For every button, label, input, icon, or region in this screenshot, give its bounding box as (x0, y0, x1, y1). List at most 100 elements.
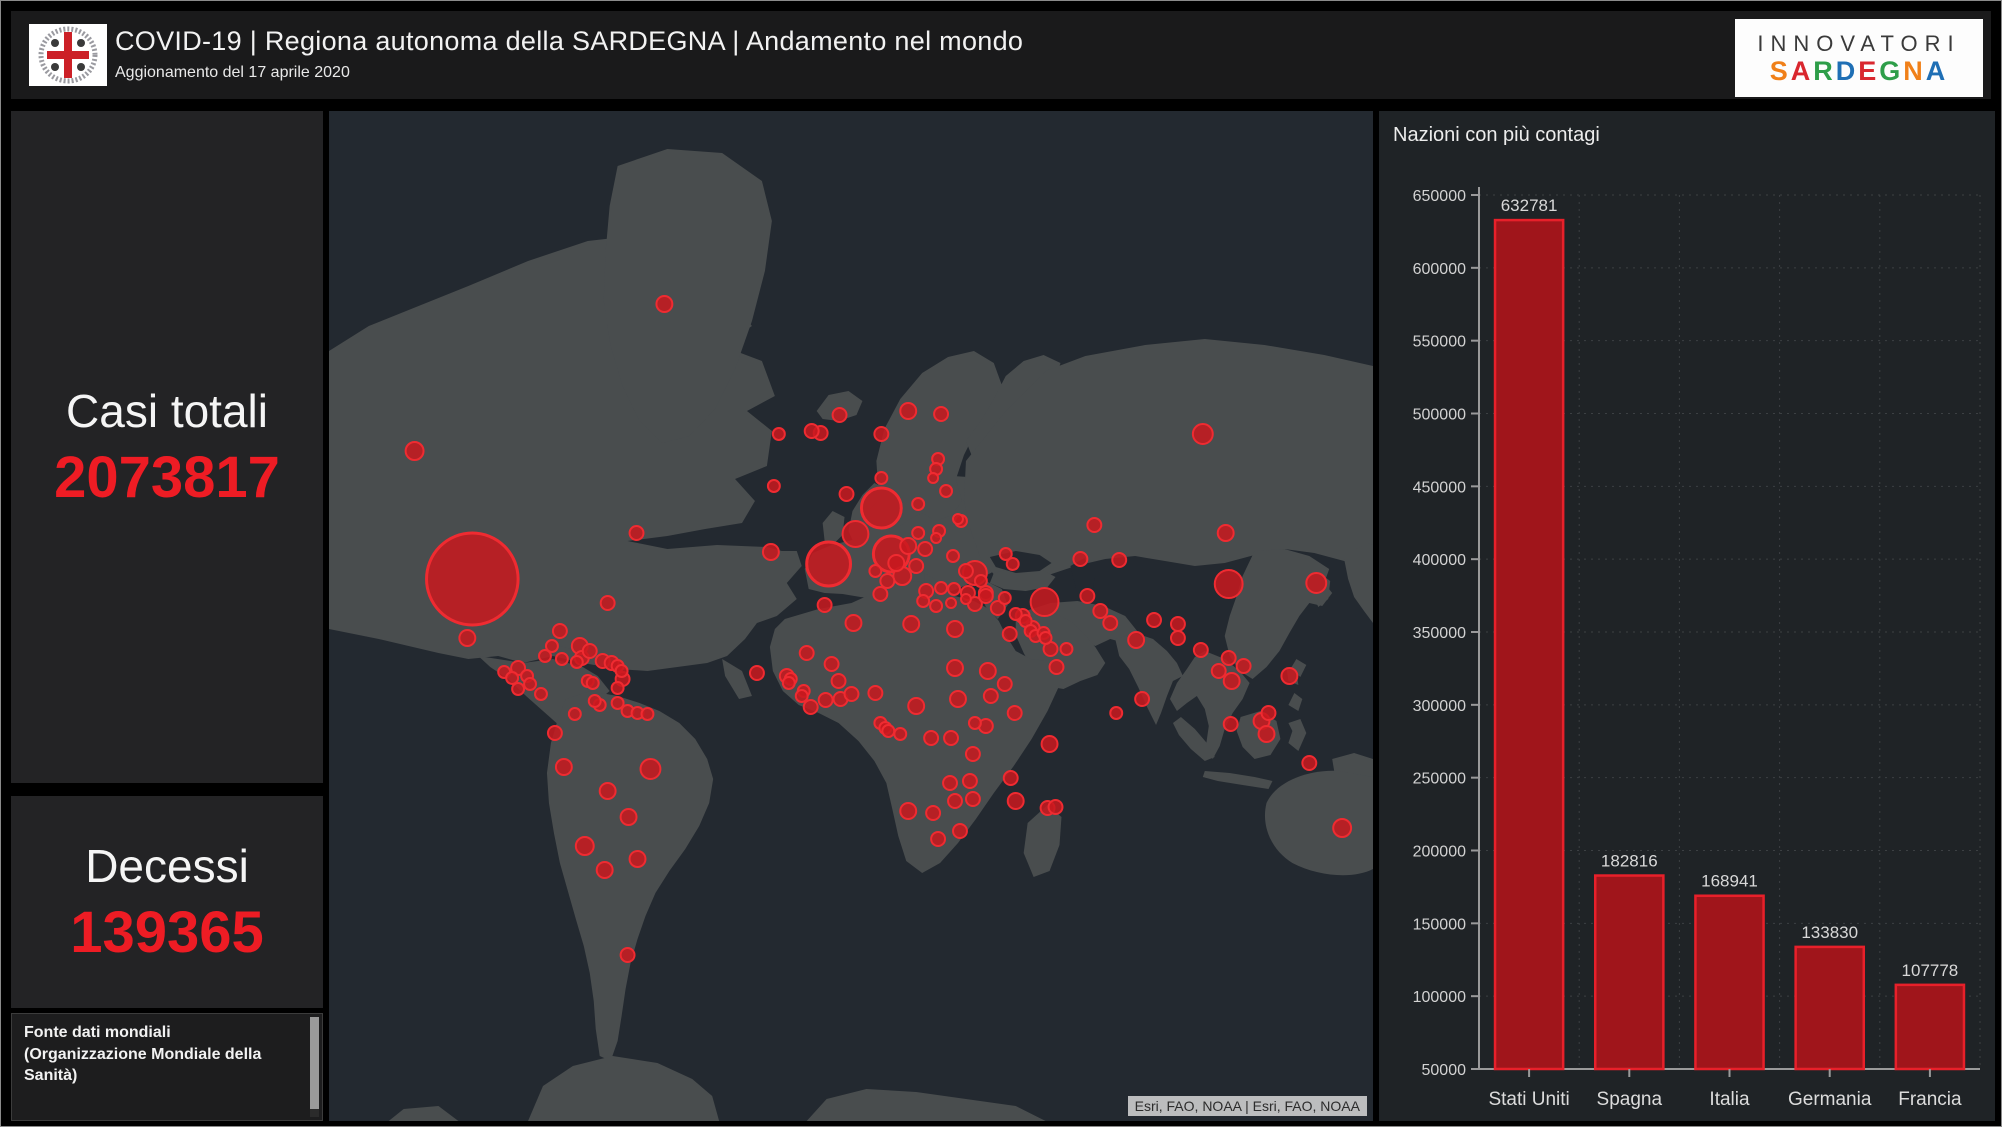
map-marker[interactable] (908, 698, 924, 714)
map-marker[interactable] (948, 583, 960, 595)
map-marker[interactable] (1049, 800, 1063, 814)
map-marker[interactable] (840, 487, 854, 501)
map-marker[interactable] (656, 296, 672, 312)
map-marker[interactable] (946, 598, 956, 608)
map-marker[interactable] (1103, 616, 1117, 630)
map-marker[interactable] (931, 832, 945, 846)
map-marker[interactable] (506, 672, 518, 684)
scrollbar-thumb[interactable] (310, 1017, 319, 1109)
map-marker[interactable] (612, 682, 624, 694)
map-marker[interactable] (947, 550, 959, 562)
map-marker[interactable] (601, 596, 615, 610)
map-marker[interactable] (1218, 525, 1234, 541)
map-marker[interactable] (918, 542, 932, 556)
map-marker[interactable] (900, 538, 916, 554)
map-marker[interactable] (1215, 570, 1243, 598)
map-marker[interactable] (959, 564, 973, 578)
map-marker[interactable] (597, 862, 613, 878)
map-marker[interactable] (1110, 707, 1122, 719)
map-marker[interactable] (763, 544, 779, 560)
map-marker[interactable] (928, 473, 938, 483)
map-marker[interactable] (984, 689, 998, 703)
map-marker[interactable] (943, 776, 957, 790)
map-marker[interactable] (935, 582, 947, 594)
map-marker[interactable] (819, 693, 833, 707)
map-marker[interactable] (1087, 518, 1101, 532)
map-marker[interactable] (825, 657, 839, 671)
map-marker[interactable] (999, 592, 1011, 604)
map-marker[interactable] (947, 621, 963, 637)
map-marker[interactable] (900, 803, 916, 819)
map-marker[interactable] (1008, 793, 1024, 809)
map-marker[interactable] (903, 616, 919, 632)
map-marker[interactable] (576, 837, 594, 855)
map-marker[interactable] (1031, 588, 1059, 616)
map-marker[interactable] (969, 717, 981, 729)
map-marker[interactable] (832, 674, 846, 688)
map-marker[interactable] (459, 630, 475, 646)
map-marker[interactable] (948, 794, 962, 808)
map-marker[interactable] (843, 521, 869, 547)
world-map[interactable]: Esri, FAO, NOAA | Esri, FAO, NOAA (329, 111, 1373, 1121)
map-marker[interactable] (966, 792, 980, 806)
map-marker[interactable] (930, 600, 942, 612)
map-marker[interactable] (931, 533, 941, 543)
map-marker[interactable] (1050, 660, 1064, 674)
map-marker[interactable] (512, 683, 524, 695)
map-marker[interactable] (1093, 604, 1107, 618)
map-marker[interactable] (539, 650, 551, 662)
map-marker[interactable] (524, 678, 536, 690)
map-marker[interactable] (587, 677, 599, 689)
map-marker[interactable] (818, 598, 832, 612)
map-marker[interactable] (934, 407, 948, 421)
map-marker[interactable] (621, 809, 637, 825)
map-marker[interactable] (630, 526, 644, 540)
map-marker[interactable] (556, 653, 568, 665)
map-marker[interactable] (800, 646, 814, 660)
map-marker[interactable] (1333, 819, 1351, 837)
map-marker[interactable] (940, 485, 952, 497)
map-marker[interactable] (944, 731, 958, 745)
map-marker[interactable] (796, 690, 808, 702)
map-marker[interactable] (882, 725, 894, 737)
map-marker[interactable] (926, 806, 940, 820)
map-marker[interactable] (833, 408, 847, 422)
map-marker[interactable] (1073, 552, 1087, 566)
map-marker[interactable] (1224, 717, 1238, 731)
map-marker[interactable] (1042, 736, 1058, 752)
map-marker[interactable] (961, 594, 971, 604)
map-marker[interactable] (630, 851, 646, 867)
map-marker[interactable] (621, 948, 635, 962)
map-marker[interactable] (868, 686, 882, 700)
map-marker[interactable] (783, 677, 795, 689)
map-marker[interactable] (1281, 668, 1297, 684)
map-marker[interactable] (750, 666, 764, 680)
map-marker[interactable] (553, 624, 567, 638)
map-marker[interactable] (979, 589, 993, 603)
map-marker[interactable] (875, 472, 887, 484)
map-marker[interactable] (869, 565, 881, 577)
map-marker[interactable] (912, 498, 924, 510)
map-marker[interactable] (556, 759, 572, 775)
map-marker[interactable] (873, 587, 887, 601)
map-marker[interactable] (612, 697, 624, 709)
map-marker[interactable] (1135, 692, 1149, 706)
map-marker[interactable] (947, 660, 963, 676)
map-marker[interactable] (616, 665, 628, 677)
map-marker[interactable] (773, 428, 785, 440)
map-marker[interactable] (912, 527, 924, 539)
map-attribution[interactable]: Esri, FAO, NOAA | Esri, FAO, NOAA (1128, 1096, 1367, 1116)
map-marker[interactable] (966, 747, 980, 761)
map-marker[interactable] (909, 559, 923, 573)
map-marker[interactable] (1259, 726, 1275, 742)
map-marker[interactable] (998, 677, 1012, 691)
map-marker[interactable] (1128, 632, 1144, 648)
map-marker[interactable] (861, 488, 901, 528)
map-marker[interactable] (1003, 627, 1017, 641)
map-marker[interactable] (427, 533, 519, 625)
map-marker[interactable] (950, 691, 966, 707)
map-marker[interactable] (1060, 643, 1072, 655)
map-marker[interactable] (642, 708, 654, 720)
map-marker[interactable] (924, 731, 938, 745)
map-marker[interactable] (894, 728, 906, 740)
